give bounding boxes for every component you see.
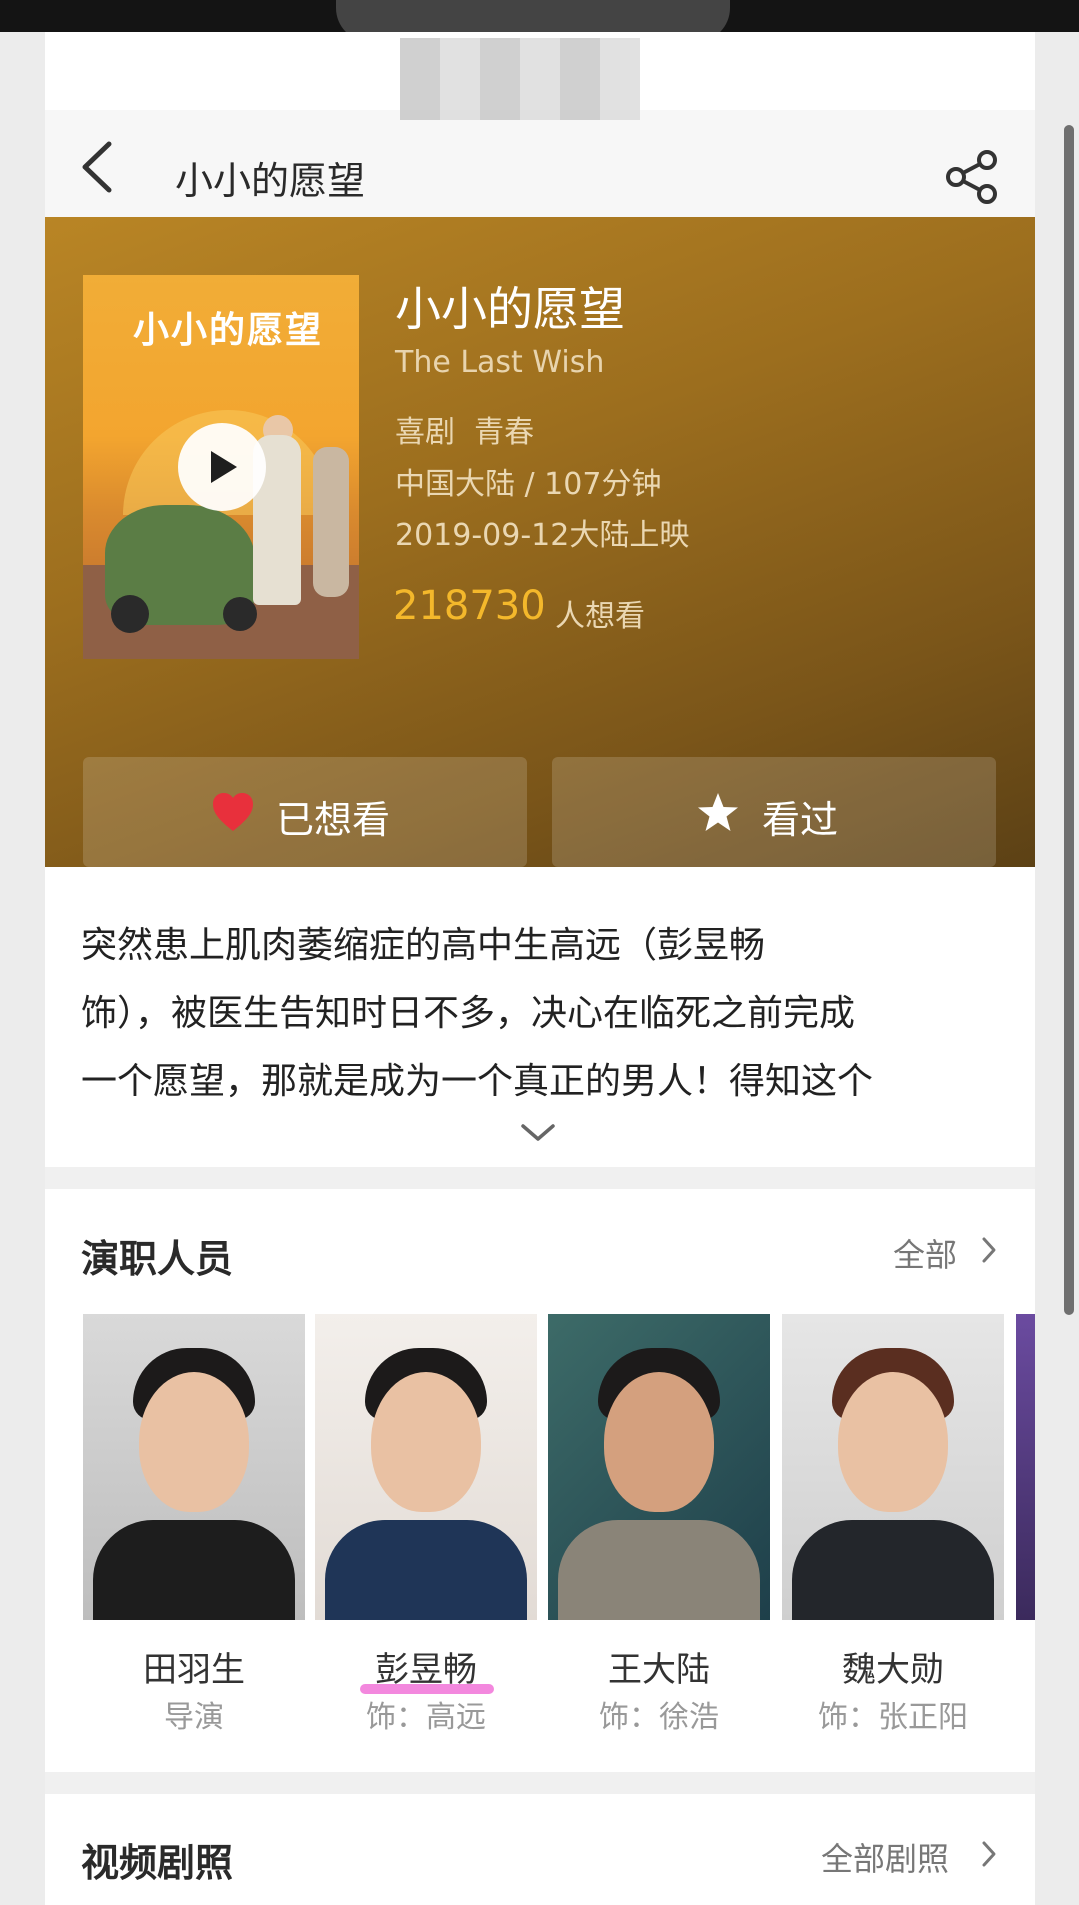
movie-title: 小小的愿望 bbox=[395, 282, 625, 336]
expand-chevron-icon[interactable] bbox=[520, 1122, 556, 1144]
synopsis: 突然患上肌肉萎缩症的高中生高远（彭昱畅 饰），被医生告知时日不多，决心在临死之前… bbox=[81, 912, 1001, 1116]
star-icon bbox=[698, 793, 738, 831]
movie-hero: 小小的愿望 小小的愿望 The Last Wish 喜剧 青春 中国大陆 / 1… bbox=[45, 217, 1035, 867]
cast-name: 王大陆 bbox=[608, 1650, 710, 1690]
cast-all-link[interactable]: 全部 bbox=[893, 1230, 957, 1276]
section-divider bbox=[45, 1167, 1035, 1189]
synopsis-line: 一个愿望，那就是成为一个真正的男人！得知这个 bbox=[81, 1061, 874, 1102]
cast-name: 彭昱畅 bbox=[375, 1650, 477, 1690]
photo-face bbox=[371, 1372, 481, 1512]
synopsis-line: 饰），被医生告知时日不多，决心在临死之前完成 bbox=[81, 993, 856, 1034]
share-icon[interactable] bbox=[943, 148, 1001, 206]
cast-photo bbox=[782, 1314, 1004, 1620]
chevron-right-icon[interactable] bbox=[981, 1840, 997, 1868]
poster-wheel bbox=[223, 597, 257, 631]
cast-photo bbox=[548, 1314, 770, 1620]
movie-region-duration: 中国大陆 / 107分钟 bbox=[395, 467, 662, 502]
want-count-label: 人想看 bbox=[555, 599, 645, 634]
movie-release-date: 2019-09-12大陆上映 bbox=[395, 518, 690, 553]
photo-body bbox=[792, 1520, 994, 1620]
cast-role: 饰：张正阳 bbox=[818, 1700, 968, 1735]
seen-button-label: 看过 bbox=[762, 798, 839, 842]
page-title: 小小的愿望 bbox=[175, 159, 366, 203]
movie-genres: 喜剧 青春 bbox=[395, 415, 535, 450]
photo-face bbox=[838, 1372, 948, 1512]
cast-photo bbox=[83, 1314, 305, 1620]
cast-role: 饰：徐浩 bbox=[599, 1700, 719, 1735]
cast-role: 饰：高远 bbox=[366, 1700, 486, 1735]
section-divider bbox=[45, 1772, 1035, 1794]
want-count: 218730 bbox=[393, 583, 546, 629]
video-section-title: 视频剧照 bbox=[81, 1841, 234, 1885]
photo-body bbox=[558, 1520, 760, 1620]
photo-body bbox=[93, 1520, 295, 1620]
photo-face bbox=[139, 1372, 249, 1512]
want-button-label: 已想看 bbox=[276, 798, 391, 842]
movie-poster[interactable]: 小小的愿望 bbox=[83, 275, 359, 659]
poster-title: 小小的愿望 bbox=[133, 310, 324, 351]
cast-card-partial[interactable] bbox=[1016, 1314, 1035, 1620]
poster-figure bbox=[313, 447, 349, 597]
heart-icon bbox=[213, 793, 253, 831]
scrollbar[interactable] bbox=[1064, 125, 1074, 1315]
seen-button[interactable]: 看过 bbox=[552, 757, 996, 867]
nav-header: 小小的愿望 bbox=[45, 110, 1035, 218]
pixelated-overlay bbox=[400, 38, 640, 120]
movie-english-title: The Last Wish bbox=[395, 345, 605, 380]
video-all-link[interactable]: 全部剧照 bbox=[821, 1834, 949, 1880]
photo-face bbox=[604, 1372, 714, 1512]
cast-section-title: 演职人员 bbox=[81, 1237, 234, 1281]
cast-photo bbox=[315, 1314, 537, 1620]
back-arrow-icon[interactable] bbox=[75, 140, 119, 194]
cast-role: 导演 bbox=[164, 1700, 224, 1735]
synopsis-line: 突然患上肌肉萎缩症的高中生高远（彭昱畅 bbox=[81, 925, 766, 966]
play-icon bbox=[211, 451, 237, 483]
poster-wheel bbox=[111, 595, 149, 633]
photo-body bbox=[325, 1520, 527, 1620]
cast-name: 田羽生 bbox=[143, 1650, 245, 1690]
movie-detail-page: 小小的愿望 小小的愿望 小小的愿望 The Last Wish 喜剧 青春 中国… bbox=[45, 32, 1035, 1905]
want-to-watch-button[interactable]: 已想看 bbox=[83, 757, 527, 867]
cast-name: 魏大勋 bbox=[842, 1650, 944, 1690]
chevron-right-icon[interactable] bbox=[981, 1236, 997, 1264]
